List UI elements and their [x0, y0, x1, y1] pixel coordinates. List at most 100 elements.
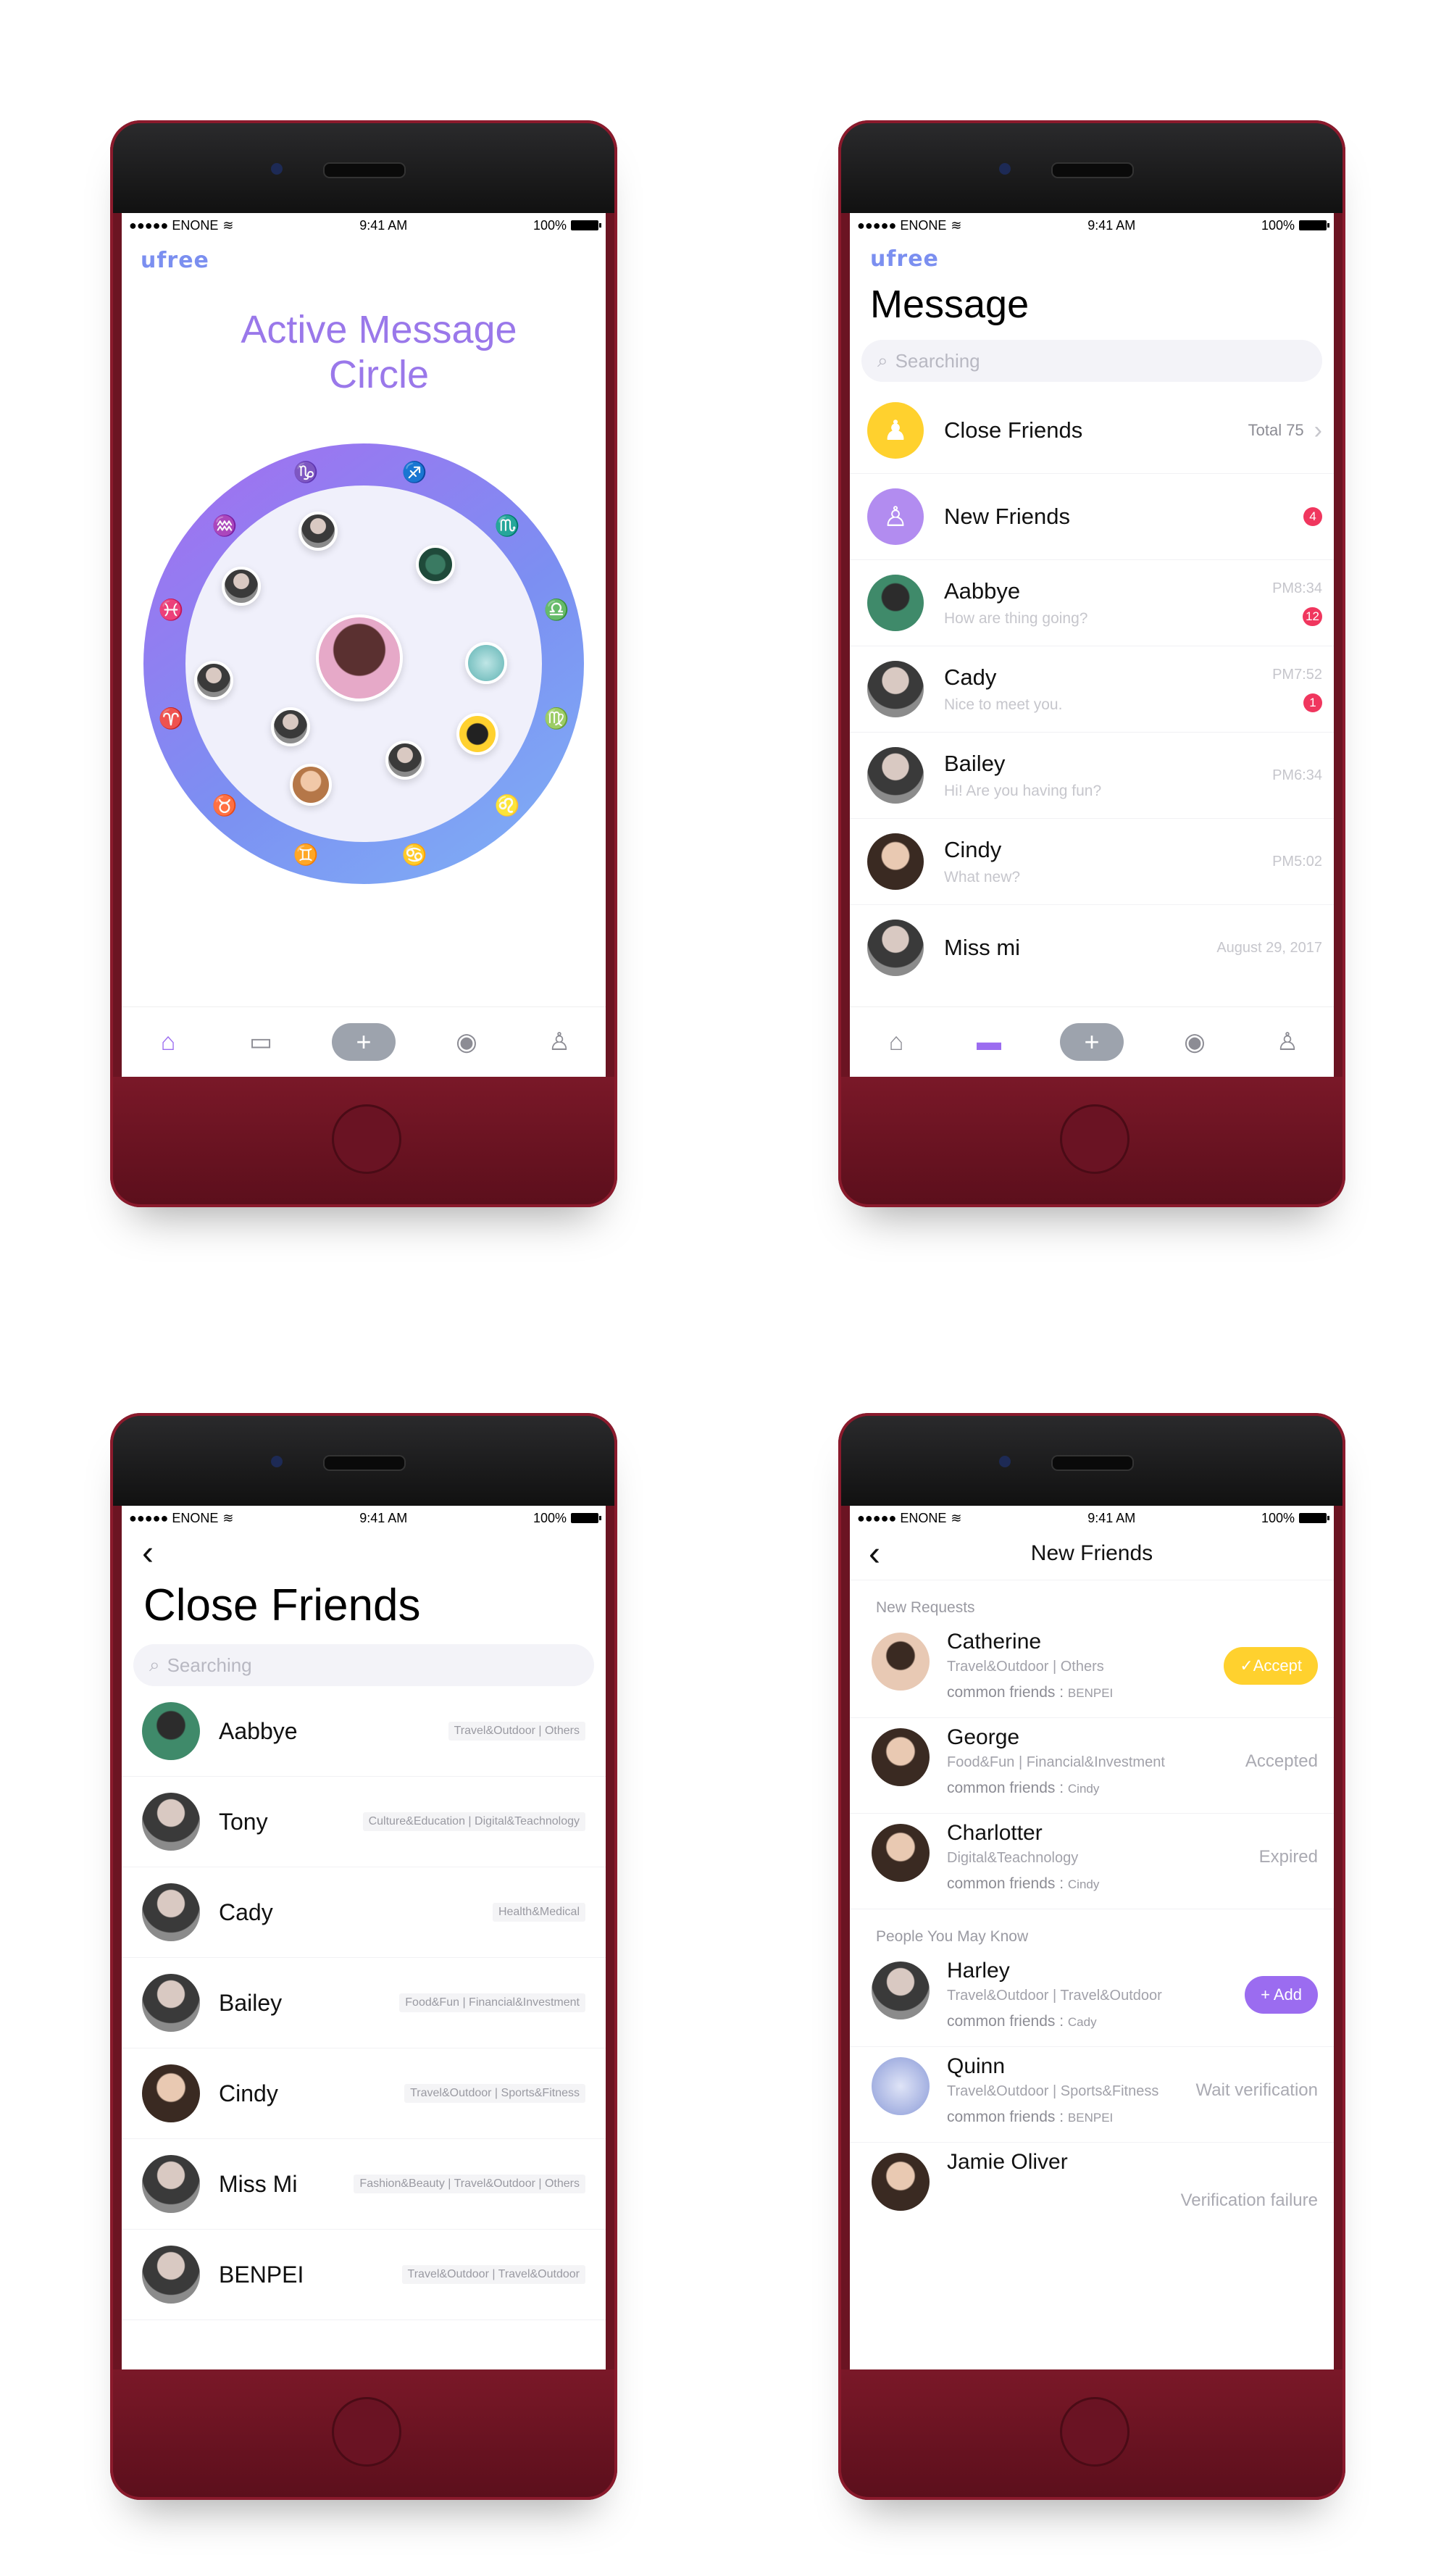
avatar	[867, 833, 924, 890]
friend-avatar[interactable]	[271, 707, 310, 746]
plus-button[interactable]: +	[1060, 1023, 1124, 1061]
clock: 9:41 AM	[1087, 217, 1136, 233]
friend-row[interactable]: Bailey Food&Fun | Financial&Investment	[122, 1958, 606, 2048]
close-friends-total: Total 75	[1248, 421, 1304, 439]
battery-percent: 100%	[1261, 217, 1295, 233]
friend-avatar[interactable]	[456, 713, 498, 755]
request-name: Catherine	[947, 1630, 1042, 1654]
phone-mockup-circle: ●●●●● ENONE ≋ 9:41 AM 100% ufree Active M…	[110, 120, 617, 1207]
message-row[interactable]: Cindy What new? PM5:02	[850, 819, 1334, 905]
phone-bottom-bezel	[841, 1077, 1342, 1204]
carrier-label: ●●●●● ENONE	[857, 217, 947, 233]
chevron-right-icon: ›	[1314, 416, 1322, 444]
chat-icon[interactable]: ▭	[239, 1020, 283, 1064]
battery-percent: 100%	[533, 1510, 567, 1525]
home-button[interactable]	[1060, 1104, 1129, 1174]
zodiac-scorpio-icon[interactable]: ♏	[493, 512, 522, 541]
friend-row[interactable]: Cindy Travel&Outdoor | Sports&Fitness	[122, 2048, 606, 2139]
zodiac-libra-icon[interactable]: ♎	[542, 596, 571, 625]
compass-icon[interactable]: ◉	[1173, 1020, 1216, 1064]
message-row[interactable]: Miss mi August 29, 2017	[850, 905, 1334, 991]
battery-icon	[571, 220, 601, 230]
close-friends-label: Close Friends	[944, 417, 1083, 443]
friend-row[interactable]: Miss Mi Fashion&Beauty | Travel&Outdoor |…	[122, 2139, 606, 2230]
friend-row[interactable]: Tony Culture&Education | Digital&Teachnol…	[122, 1777, 606, 1867]
zodiac-cancer-icon[interactable]: ♋	[400, 841, 429, 870]
home-button[interactable]	[332, 2397, 401, 2467]
avatar	[142, 1883, 200, 1941]
message-preview: Hi! Are you having fun?	[944, 783, 1102, 799]
request-categories: Digital&Teachnology	[947, 1850, 1079, 1866]
zodiac-virgo-icon[interactable]: ♍	[542, 704, 571, 733]
friend-request-row[interactable]: Charlotter Digital&Teachnology common frie…	[850, 1814, 1334, 1909]
suggestion-row[interactable]: Quinn Travel&Outdoor | Sports&Fitness comm…	[850, 2047, 1334, 2143]
common-friends-value: Cindy	[1067, 1877, 1100, 1891]
zodiac-leo-icon[interactable]: ♌	[493, 791, 522, 820]
friend-tags: Food&Fun | Financial&Investment	[399, 1993, 585, 2012]
message-time: PM7:52	[1272, 666, 1322, 683]
chat-icon[interactable]: ▬	[967, 1020, 1011, 1064]
battery-percent: 100%	[1261, 1510, 1295, 1525]
page-title: Close Friends	[143, 1580, 421, 1630]
add-friend-button[interactable]: + Add	[1245, 1975, 1318, 2014]
profile-icon[interactable]: ♙	[538, 1020, 581, 1064]
suggestion-name: Jamie Oliver	[947, 2150, 1068, 2174]
friend-request-row[interactable]: George Food&Fun | Financial&Investment com…	[850, 1718, 1334, 1814]
search-input[interactable]: ⌕ Searching	[133, 1644, 594, 1686]
avatar	[142, 1974, 200, 2032]
avatar	[872, 1633, 930, 1691]
friend-avatar[interactable]	[222, 567, 261, 606]
message-row[interactable]: Aabbye How are thing going? PM8:34 12	[850, 560, 1334, 646]
friend-avatar[interactable]	[416, 545, 455, 584]
message-time: PM5:02	[1272, 853, 1322, 870]
unread-badge: 12	[1303, 607, 1322, 626]
friend-avatar[interactable]	[194, 661, 233, 700]
zodiac-taurus-icon[interactable]: ♉	[210, 791, 239, 820]
avatar	[872, 2153, 930, 2211]
screen-active-message-circle: ●●●●● ENONE ≋ 9:41 AM 100% ufree Active M…	[122, 213, 606, 1077]
back-arrow-icon[interactable]: ‹	[142, 1533, 606, 1572]
zodiac-aquarius-icon[interactable]: ♒	[210, 512, 239, 541]
zodiac-gemini-icon[interactable]: ♊	[291, 841, 320, 870]
friend-avatar[interactable]	[290, 764, 332, 806]
message-row[interactable]: Cady Nice to meet you. PM7:52 1	[850, 646, 1334, 733]
plus-button[interactable]: +	[332, 1023, 396, 1061]
screen-new-friends: ●●●●● ENONE ≋ 9:41 AM 100% ‹ New Friends …	[850, 1506, 1334, 2369]
search-input[interactable]: ⌕ Searching	[861, 340, 1322, 382]
home-icon[interactable]: ⌂	[146, 1020, 190, 1064]
friend-row[interactable]: BENPEI Travel&Outdoor | Travel&Outdoor	[122, 2230, 606, 2320]
friend-name: Bailey	[219, 1989, 283, 2016]
friend-row[interactable]: Aabbye Travel&Outdoor | Others	[122, 1686, 606, 1777]
message-row[interactable]: Bailey Hi! Are you having fun? PM6:34	[850, 733, 1334, 819]
friends-circle-area	[185, 485, 542, 842]
friend-avatar[interactable]	[465, 642, 507, 684]
wifi-icon: ≋	[222, 1510, 234, 1525]
new-friends-row[interactable]: ♙ New Friends 4	[850, 474, 1334, 560]
zodiac-ring[interactable]: ♑ ♐ ♏ ♎ ♍ ♌ ♋ ♊ ♉ ♈ ♓ ♒	[143, 443, 584, 884]
message-time: PM6:34	[1272, 767, 1322, 783]
profile-icon[interactable]: ♙	[1266, 1020, 1309, 1064]
zodiac-pisces-icon[interactable]: ♓	[156, 596, 185, 625]
search-icon: ⌕	[877, 349, 888, 371]
common-friends-value: BENPEI	[1067, 1686, 1114, 1700]
zodiac-capricorn-icon[interactable]: ♑	[291, 458, 320, 487]
home-button[interactable]	[1060, 2397, 1129, 2467]
back-arrow-icon[interactable]: ‹	[869, 1534, 880, 1574]
suggestion-row[interactable]: Harley Travel&Outdoor | Travel&Outdoor com…	[850, 1951, 1334, 2047]
friend-avatar[interactable]	[298, 512, 338, 551]
close-friends-row[interactable]: ♟ Close Friends Total 75 ›	[850, 388, 1334, 474]
zodiac-aries-icon[interactable]: ♈	[156, 704, 185, 733]
zodiac-sagittarius-icon[interactable]: ♐	[400, 458, 429, 487]
compass-icon[interactable]: ◉	[445, 1020, 488, 1064]
friend-request-row[interactable]: Catherine Travel&Outdoor | Others common f…	[850, 1622, 1334, 1718]
home-button[interactable]	[332, 1104, 401, 1174]
suggestion-name: Harley	[947, 1959, 1010, 1983]
suggestion-row[interactable]: Jamie Oliver Verification failure	[850, 2143, 1334, 2227]
friend-row[interactable]: Cady Health&Medical	[122, 1867, 606, 1958]
my-avatar[interactable]	[316, 614, 403, 701]
home-icon[interactable]: ⌂	[874, 1020, 918, 1064]
add-friend-icon: ♙	[867, 488, 924, 545]
new-friends-badge: 4	[1303, 507, 1322, 526]
friend-avatar[interactable]	[385, 741, 425, 780]
accept-button[interactable]: ✓Accept	[1224, 1646, 1318, 1685]
